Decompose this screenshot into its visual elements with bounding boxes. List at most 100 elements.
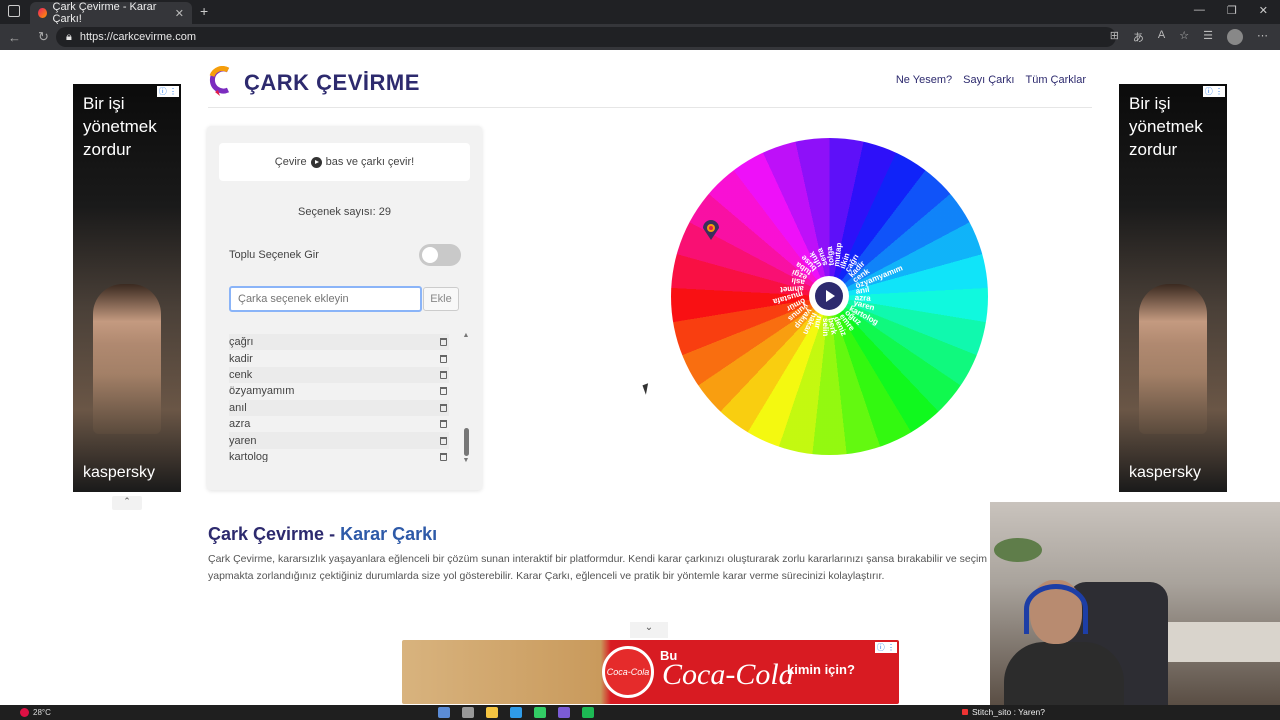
os-taskbar: 28°C Stitch_sito : Yaren? [0, 705, 1280, 720]
close-window-button[interactable]: ✕ [1259, 4, 1268, 17]
options-panel: Çevire bas ve çarkı çevir! Seçenek sayıs… [207, 126, 482, 490]
spin-hint: Çevire bas ve çarkı çevir! [219, 143, 470, 181]
decision-wheel[interactable]: tolga sena ufuk buse tuba ezgi aslı ahmet mustaf… [671, 138, 988, 455]
toggle-knob [422, 247, 438, 263]
ad-brand-logo: Coca-Cola [662, 658, 794, 691]
bottom-banner-ad[interactable]: Coca-Cola Bu Coca-Cola kimin için? ⓘ ⋮ [402, 640, 899, 704]
taskbar-apps [438, 707, 594, 718]
list-item: azra [229, 416, 449, 432]
ad-collapse-button[interactable]: ⌃ [112, 496, 142, 510]
stream-overlay: Stitch_sito : Yaren? [962, 707, 1045, 717]
wheel-center [809, 276, 849, 316]
list-item: anıl [229, 399, 449, 416]
window-controls: — ❐ ✕ [1194, 4, 1268, 17]
menu-dots-icon[interactable]: ⋯ [1257, 29, 1268, 45]
option-label: kartolog [229, 450, 269, 462]
site-logo-icon[interactable] [208, 66, 232, 96]
bottom-ad-toggle[interactable]: ⌄ [630, 622, 668, 638]
trash-icon[interactable] [440, 403, 447, 412]
chat-icon [962, 709, 968, 715]
page-title: Çark Çevirme - Karar Çarkı [208, 524, 437, 545]
ad-headline: Bir işi yönetmek zordur [83, 94, 157, 159]
url-text: https://carkcevirme.com [79, 31, 196, 43]
trash-icon[interactable] [440, 387, 447, 396]
trash-icon[interactable] [440, 338, 447, 347]
list-item: kartolog [229, 449, 449, 462]
webcam-shelf [1160, 622, 1280, 662]
tab-actions-icon[interactable] [8, 5, 20, 17]
adchoices-icon[interactable]: ⓘ ⋮ [156, 86, 179, 97]
trash-icon[interactable] [440, 420, 447, 429]
scroll-up-icon[interactable]: ▲ [461, 332, 471, 339]
bulk-entry-label: Toplu Seçenek Gir [229, 249, 319, 261]
new-tab-button[interactable]: + [200, 3, 208, 19]
start-icon[interactable] [438, 707, 450, 718]
translate-icon[interactable]: あ [1133, 29, 1144, 45]
site-favicon-icon [38, 8, 47, 18]
spotify-icon[interactable] [582, 707, 594, 718]
mouse-cursor-icon [642, 383, 652, 395]
back-icon[interactable]: ← [8, 30, 30, 45]
adchoices-icon[interactable]: ⓘ ⋮ [874, 642, 897, 653]
option-input[interactable] [229, 286, 422, 312]
search-icon[interactable] [462, 707, 474, 718]
bulk-entry-toggle[interactable] [419, 244, 461, 266]
nav-ne-yesem[interactable]: Ne Yesem? [896, 74, 952, 86]
option-list: çağrı kadir cenk özyamyamım anıl azra yaren kar… [229, 334, 449, 462]
chrome-icon[interactable] [534, 707, 546, 718]
address-toolbar: ← ↻ 🔒︎ https://carkcevirme.com ⊞ あ A ☆ ☰… [0, 24, 1280, 50]
site-logo-text[interactable]: ÇARK ÇEVİRME [244, 70, 420, 96]
list-item: kadir [229, 350, 449, 366]
nav-tum-carklar[interactable]: Tüm Çarklar [1025, 74, 1086, 86]
collections-icon[interactable]: ☰ [1203, 29, 1213, 45]
main-nav: Ne Yesem? Sayı Çarkı Tüm Çarklar [896, 74, 1086, 86]
page-description: Çark Çevirme, kararsızlık yaşayanlara eğ… [208, 553, 988, 582]
app-icon[interactable]: ⊞ [1110, 29, 1119, 45]
taskbar-weather[interactable]: 28°C [20, 708, 51, 717]
adchoices-icon[interactable]: ⓘ ⋮ [1202, 86, 1225, 97]
list-item: yaren [229, 432, 449, 449]
spin-button[interactable] [815, 282, 843, 310]
read-aloud-icon[interactable]: A [1158, 29, 1165, 45]
maximize-button[interactable]: ❐ [1227, 4, 1237, 17]
wheel-pointer-icon [703, 220, 719, 240]
edge-icon[interactable] [510, 707, 522, 718]
list-item: özyamyamım [229, 383, 449, 399]
weather-temp: 28°C [33, 708, 51, 717]
ad-logo-disc: Coca-Cola [602, 646, 654, 698]
tab-close-icon[interactable]: ✕ [175, 7, 184, 20]
trash-icon[interactable] [440, 354, 447, 363]
stream-chat-text: Stitch_sito : Yaren? [972, 707, 1045, 717]
ad-person-image [1139, 284, 1207, 434]
minimize-button[interactable]: — [1194, 4, 1205, 17]
app-icon[interactable] [558, 707, 570, 718]
profile-avatar[interactable] [1227, 29, 1243, 45]
hint-text-after: bas ve çarkı çevir! [325, 156, 415, 168]
right-side-ad[interactable]: ⓘ ⋮ Bir işi yönetmek zordur kaspersky [1119, 84, 1227, 492]
option-label: cenk [229, 368, 253, 381]
trash-icon[interactable] [440, 370, 447, 379]
ad-headline: Bir işi yönetmek zordur [1129, 94, 1203, 159]
scroll-thumb[interactable] [464, 428, 469, 456]
option-list-scrollbar[interactable]: ▲ ▼ [461, 332, 471, 464]
list-item: çağrı [229, 334, 449, 351]
option-label: azra [229, 418, 251, 431]
webcam-person-body [1004, 642, 1124, 705]
hint-text-before: Çevire [274, 156, 307, 168]
add-option-button[interactable]: Ekle [423, 287, 459, 311]
browser-tab[interactable]: Çark Çevirme - Karar Çarkı! ✕ [30, 1, 192, 25]
trash-icon[interactable] [440, 436, 447, 445]
play-icon [310, 156, 322, 168]
option-label: kadir [229, 352, 253, 365]
site-header: ÇARK ÇEVİRME Ne Yesem? Sayı Çarkı Tüm Ça… [208, 64, 1092, 108]
scroll-down-icon[interactable]: ▼ [461, 457, 471, 464]
title-sub: Karar Çarkı [340, 524, 438, 544]
address-bar[interactable]: 🔒︎ https://carkcevirme.com [56, 27, 1116, 47]
option-label: özyamyamım [229, 385, 295, 398]
nav-sayi-carki[interactable]: Sayı Çarkı [963, 74, 1014, 86]
weather-icon [20, 708, 29, 717]
favorite-star-icon[interactable]: ☆ [1179, 29, 1189, 45]
trash-icon[interactable] [440, 452, 447, 461]
left-side-ad[interactable]: ⓘ ⋮ Bir işi yönetmek zordur kaspersky [73, 84, 181, 492]
folder-icon[interactable] [486, 707, 498, 718]
